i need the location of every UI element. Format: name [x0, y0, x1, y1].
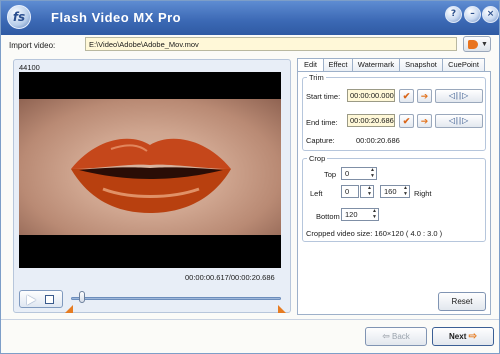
crop-top-value: 0	[345, 169, 350, 178]
video-frame-image	[19, 99, 281, 235]
bottom-separator	[1, 319, 499, 320]
set-end-check-icon[interactable]: ✔	[399, 114, 414, 128]
capture-label: Capture:	[306, 136, 335, 145]
next-arrow-icon: ⇨	[468, 331, 477, 342]
crop-left-arrows[interactable]: ▲ ▼	[360, 185, 374, 198]
trim-start-marker-icon[interactable]	[65, 305, 73, 313]
spinner-arrows-icon[interactable]: ▲ ▼	[367, 185, 372, 197]
folder-icon	[468, 40, 478, 49]
chevron-down-icon: ▼	[481, 41, 488, 48]
browse-button[interactable]: ▼	[463, 36, 491, 52]
tab-cuepoint[interactable]: CuePoint	[442, 58, 485, 72]
import-video-label: Import video:	[9, 41, 56, 50]
crop-top-label: Top	[324, 170, 337, 179]
start-time-label: Start time:	[306, 92, 341, 101]
stop-icon[interactable]	[45, 295, 54, 304]
step-frame-buttons[interactable]: ◁||▷	[435, 89, 483, 103]
next-label: Next	[449, 332, 467, 341]
seek-track[interactable]	[71, 297, 281, 300]
play-icon[interactable]	[27, 295, 36, 305]
spinner-arrows-icon[interactable]: ▲ ▼	[370, 167, 375, 179]
back-button[interactable]: ⇦ Back	[365, 327, 427, 346]
seek-thumb[interactable]	[79, 291, 86, 303]
capture-value: 00:00:20.686	[356, 136, 400, 145]
trim-end-marker-icon[interactable]	[278, 305, 286, 313]
crop-bottom-value: 120	[345, 210, 358, 219]
start-time-field[interactable]: 00:00:00.000	[347, 89, 395, 102]
crop-left-label: Left	[310, 189, 323, 198]
tab-watermark[interactable]: Watermark	[352, 58, 400, 72]
spinner-arrows-icon[interactable]: ▲ ▼	[403, 185, 408, 197]
import-path-field[interactable]: E:\Video\Adobe\Adobe_Mov.mov	[85, 37, 457, 51]
app-logo-icon: fs	[7, 5, 31, 29]
step-frame-buttons-end[interactable]: ◁||▷	[435, 114, 483, 128]
lips-image	[71, 138, 231, 213]
go-end-arrow-icon[interactable]: ➔	[417, 114, 432, 128]
crop-top-spinner[interactable]: 0 ▲ ▼	[341, 167, 377, 180]
edit-tab-panel: Trim Start time: 00:00:00.000 ✔ ➔ ◁||▷ E…	[297, 71, 491, 315]
tab-strip: Edit Effect Watermark Snapshot CuePoint	[297, 58, 485, 73]
crop-bottom-label: Bottom	[316, 212, 340, 221]
window-title: Flash Video MX Pro	[51, 10, 182, 25]
playback-time: 00:00:00.617/00:00:20.686	[185, 273, 275, 282]
reset-button[interactable]: Reset	[438, 292, 486, 311]
help-button[interactable]: ?	[445, 6, 462, 23]
crop-right-value: 160	[384, 187, 397, 196]
back-arrow-icon: ⇦	[382, 331, 390, 341]
trim-legend: Trim	[309, 73, 324, 82]
next-button[interactable]: Next ⇨	[432, 327, 494, 346]
back-label: Back	[391, 332, 410, 341]
go-start-arrow-icon[interactable]: ➔	[417, 89, 432, 103]
playback-controls	[19, 290, 63, 308]
crop-legend: Crop	[309, 154, 326, 163]
frame-count: 44100	[19, 63, 40, 72]
set-start-check-icon[interactable]: ✔	[399, 89, 414, 103]
end-time-field[interactable]: 00:00:20.686	[347, 114, 395, 127]
tab-snapshot[interactable]: Snapshot	[399, 58, 443, 72]
app-window: fs Flash Video MX Pro ? – × Import video…	[0, 0, 500, 354]
spinner-arrows-icon[interactable]: ▲ ▼	[372, 208, 377, 220]
cropped-size-text: Cropped video size: 160×120 ( 4.0 : 3.0 …	[306, 229, 443, 238]
close-button[interactable]: ×	[482, 6, 499, 23]
minimize-button[interactable]: –	[464, 6, 481, 23]
crop-left-spinner[interactable]: 0	[341, 185, 359, 198]
crop-left-value: 0	[345, 187, 350, 196]
tab-effect[interactable]: Effect	[323, 58, 353, 72]
crop-right-label: Right	[414, 189, 432, 198]
crop-bottom-spinner[interactable]: 120 ▲ ▼	[341, 208, 379, 221]
crop-right-spinner[interactable]: 160 ▲ ▼	[380, 185, 410, 198]
title-bar: fs Flash Video MX Pro ? – ×	[1, 1, 499, 35]
video-preview	[19, 72, 281, 268]
end-time-label: End time:	[306, 118, 338, 127]
